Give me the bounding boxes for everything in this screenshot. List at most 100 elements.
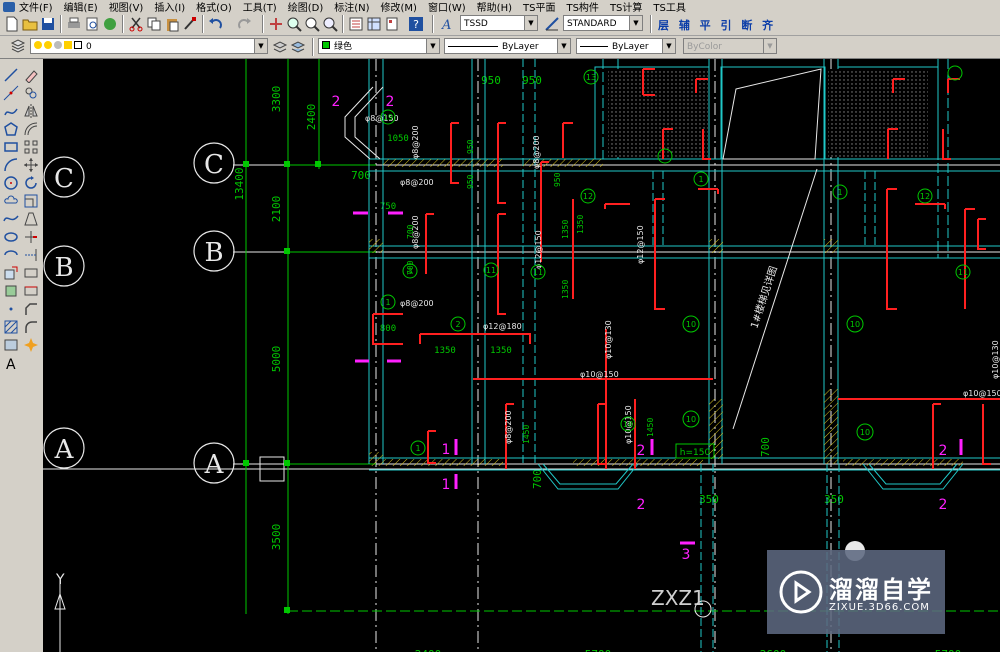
hatch-icon[interactable] [3,319,19,335]
menu-dimension[interactable]: 标注(N) [334,0,369,14]
offset-icon[interactable] [23,121,39,137]
circle-icon[interactable] [3,175,19,191]
copy-icon[interactable] [146,16,162,32]
trim-icon[interactable] [23,229,39,245]
menu-edit[interactable]: 编辑(E) [64,0,98,14]
dim-style-select[interactable]: STANDARD ▼ [563,15,643,31]
member-mark-10-b: 10 [850,320,860,329]
redo-icon[interactable] [236,16,252,32]
section-label-1-b: 1 [442,477,451,493]
menu-view[interactable]: 视图(V) [109,0,144,14]
move-icon[interactable] [23,157,39,173]
lineweight-select[interactable]: ByLayer ▼ [576,38,676,54]
plot-preview-icon[interactable] [84,16,100,32]
zoom-previous-icon[interactable] [322,16,338,32]
extend-icon[interactable] [23,247,39,263]
section-label-2-top-b: 2 [386,94,395,110]
multiline-text-icon[interactable]: A [3,355,19,371]
revision-cloud-icon[interactable] [3,193,19,209]
play-logo-icon [779,570,823,614]
dim-13400: 13400 [233,167,246,200]
ellipse-icon[interactable] [3,229,19,245]
zoom-window-icon[interactable] [304,16,320,32]
construction-line-icon[interactable] [3,85,19,101]
fillet-icon[interactable] [23,319,39,335]
rebar-12-150-b: φ12@150 [636,225,645,264]
menu-ts-calc[interactable]: TS计算 [610,0,642,14]
insert-block-icon[interactable] [3,265,19,281]
break-icon[interactable] [23,265,39,281]
dim-style-icon[interactable] [544,16,560,32]
text-style-icon[interactable]: A [440,16,456,32]
save-icon[interactable] [40,16,56,32]
menu-file[interactable]: 文件(F) [19,0,53,14]
ellipse-arc-icon[interactable] [3,247,19,263]
member-mark-4: 13 [586,73,596,82]
array-icon[interactable] [23,139,39,155]
rebar-8-200-c: φ8@200 [411,125,420,159]
new-file-icon[interactable] [4,16,20,32]
dim-5700-b: 5700 [935,648,962,652]
properties-icon[interactable] [348,16,364,32]
paste-icon[interactable] [164,16,180,32]
rotate-icon[interactable] [23,175,39,191]
point-icon[interactable] [3,301,19,317]
color-select[interactable]: 绿色 ▼ [318,38,440,54]
axis-label-c-outer: C [54,164,74,194]
section-label-3: 3 [682,547,691,563]
linetype-select[interactable]: ByLayer ▼ [444,38,571,54]
polygon-icon[interactable] [3,121,19,137]
explode-icon[interactable] [23,337,39,353]
member-mark-18: 18 [623,420,633,429]
menu-help[interactable]: 帮助(H) [477,0,512,14]
menu-draw[interactable]: 绘图(D) [288,0,324,14]
spline-icon[interactable] [3,211,19,227]
make-block-icon[interactable] [3,283,19,299]
cut-icon[interactable] [128,16,144,32]
menu-insert[interactable]: 插入(I) [154,0,185,14]
menu-ts-plan[interactable]: TS平面 [523,0,555,14]
scale-icon[interactable] [23,193,39,209]
copy-object-icon[interactable] [23,85,39,101]
rectangle-icon[interactable] [3,139,19,155]
match-properties-icon[interactable] [182,16,198,32]
dim-950-left: 950 [481,74,501,87]
region-icon[interactable] [3,337,19,353]
polyline-icon[interactable] [3,103,19,119]
stretch-icon[interactable] [23,211,39,227]
tool-palettes-icon[interactable] [384,16,400,32]
member-mark-10-a: 10 [686,320,696,329]
menu-ts-member[interactable]: TS构件 [566,0,598,14]
menu-format[interactable]: 格式(O) [196,0,232,14]
menu-ts-tools[interactable]: TS工具 [653,0,685,14]
rebar-10-150-a: φ10@150 [580,370,619,379]
print-icon[interactable] [66,16,82,32]
make-current-layer-icon[interactable] [272,39,288,55]
menu-modify[interactable]: 修改(M) [381,0,417,14]
undo-icon[interactable] [208,16,224,32]
publish-icon[interactable] [102,16,118,32]
mirror-icon[interactable] [23,103,39,119]
open-folder-icon[interactable] [22,16,38,32]
menu-tools[interactable]: 工具(T) [243,0,277,14]
join-icon[interactable] [23,283,39,299]
app-icon[interactable] [3,1,15,12]
chamfer-icon[interactable] [23,301,39,317]
layer-select[interactable]: 0 ▼ [30,38,268,54]
text-style-select[interactable]: TSSD ▼ [460,15,538,31]
ts-tools-strip[interactable]: 层 辅 平 引 断 齐 [658,17,776,33]
line-icon[interactable] [3,67,19,83]
erase-icon[interactable] [23,67,39,83]
rebar-8-200-b: φ8@200 [400,299,434,308]
standard-toolbar: ? A TSSD ▼ STANDARD ▼ 层 辅 平 引 断 齐 [0,13,1000,36]
design-center-icon[interactable] [366,16,382,32]
layer-manager-icon[interactable] [10,39,26,55]
member-mark-11: 11 [486,266,496,275]
dim-5700-a: 5700 [585,648,612,652]
arc-icon[interactable] [3,157,19,173]
menu-window[interactable]: 窗口(W) [428,0,466,14]
zoom-realtime-icon[interactable] [286,16,302,32]
layer-previous-icon[interactable] [290,39,306,55]
pan-realtime-icon[interactable] [268,16,284,32]
help-icon[interactable]: ? [408,16,424,32]
